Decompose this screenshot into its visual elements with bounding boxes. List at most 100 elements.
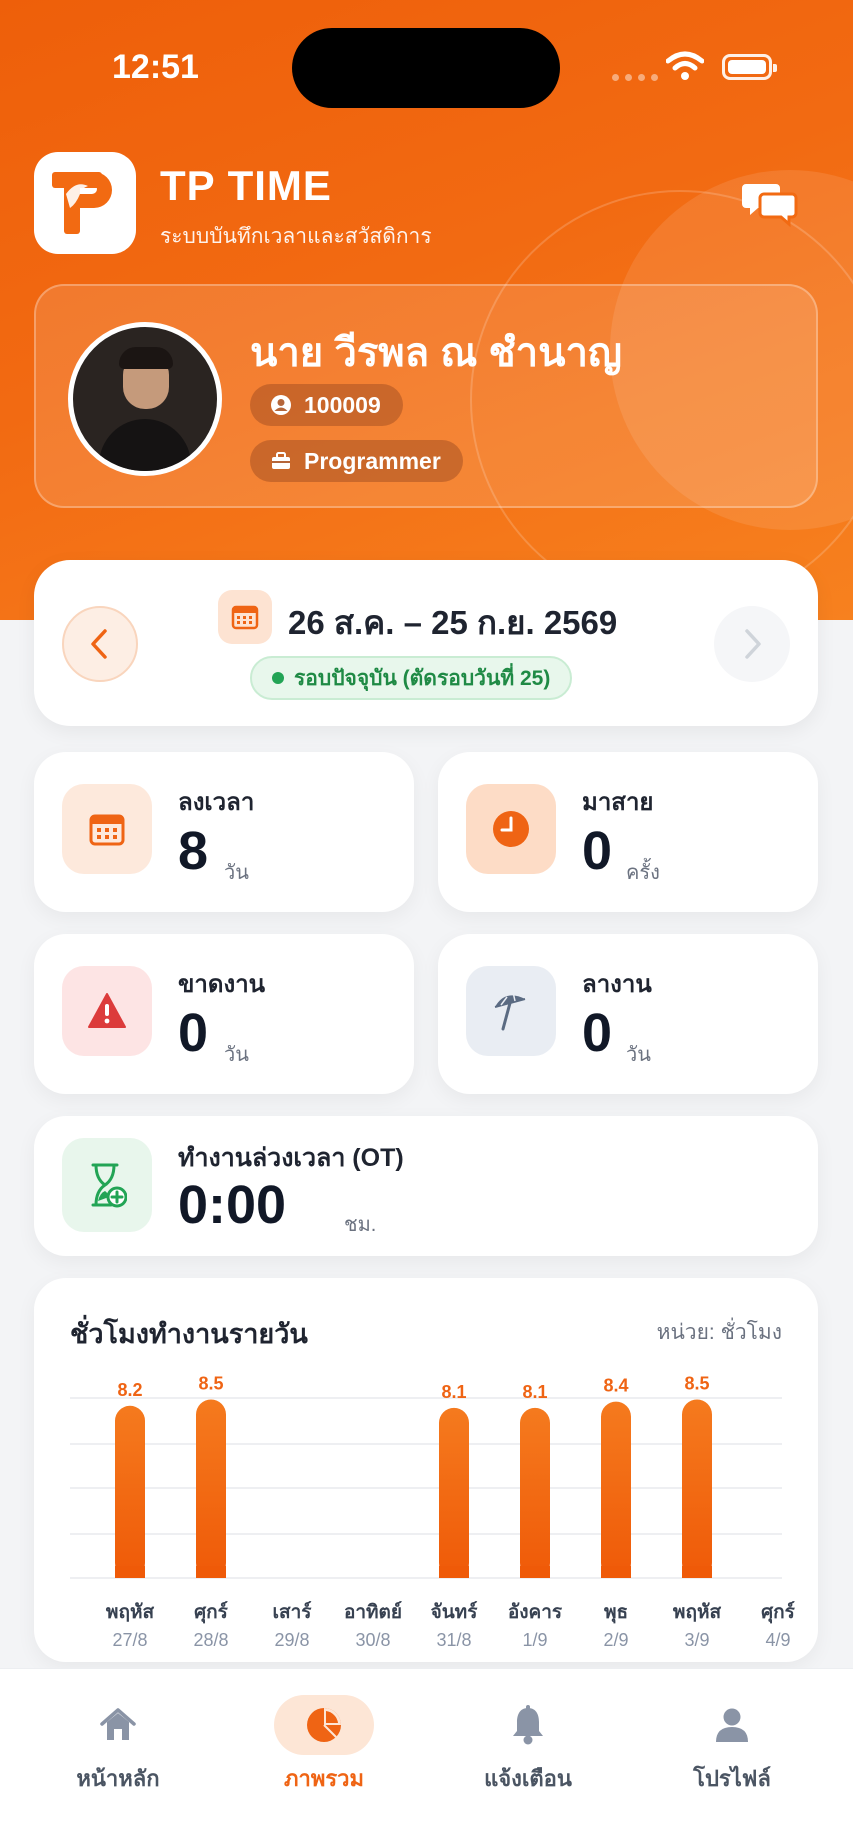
nav-profile[interactable]: โปรไฟล์ xyxy=(632,1669,832,1799)
clock-icon xyxy=(466,784,556,874)
status-dot xyxy=(272,672,284,684)
nav-overview-label: ภาพรวม xyxy=(283,1766,365,1791)
chart-day-label: พฤหัส xyxy=(673,1602,722,1623)
app-subtitle: ระบบบันทึกเวลาและสวัสดิการ xyxy=(160,225,432,248)
user-circle-icon xyxy=(271,395,291,415)
chart-bar xyxy=(439,1407,469,1578)
employee-id-badge: 100009 xyxy=(250,384,403,426)
wifi-icon xyxy=(666,51,704,80)
chart-data-label: 8.5 xyxy=(198,1374,223,1394)
pie-chart-icon xyxy=(274,1695,374,1755)
cellular-signal-icon xyxy=(612,74,658,81)
stat-absent-card[interactable]: ขาดงาน 0 วัน xyxy=(34,934,414,1094)
status-time: 12:51 xyxy=(112,48,199,86)
chart-day-label: ศุกร์ xyxy=(761,1601,796,1624)
ot-unit: ชม. xyxy=(344,1214,377,1236)
chart-date-label: 2/9 xyxy=(603,1630,628,1650)
app-logo xyxy=(34,152,136,254)
period-selector: 26 ส.ค. – 25 ก.ย. 2569 รอบปัจจุบัน (ตัดร… xyxy=(34,560,818,726)
chart-date-label: 29/8 xyxy=(274,1630,309,1650)
nav-notifications[interactable]: แจ้งเตือน xyxy=(428,1669,628,1799)
chart-day-label: พุธ xyxy=(604,1602,628,1624)
nav-notifications-label: แจ้งเตือน xyxy=(484,1766,572,1791)
current-cycle-badge: รอบปัจจุบัน (ตัดรอบวันที่ 25) xyxy=(250,656,573,700)
chart-bar-base xyxy=(682,1566,712,1578)
chart-date-label: 4/9 xyxy=(765,1630,790,1650)
chat-icon[interactable] xyxy=(742,178,798,228)
bell-icon xyxy=(498,1695,558,1755)
dynamic-island xyxy=(292,28,560,108)
position: Programmer xyxy=(304,447,441,474)
position-badge: Programmer xyxy=(250,440,463,482)
chart-bar-base xyxy=(601,1566,631,1578)
daily-hours-chart-card: ชั่วโมงทำงานรายวัน หน่วย: ชั่วโมง 8.2 พฤห… xyxy=(34,1278,818,1662)
nav-profile-label: โปรไฟล์ xyxy=(693,1766,771,1791)
stat-leave-card[interactable]: ลางาน 0 วัน xyxy=(438,934,818,1094)
battery-icon xyxy=(722,54,777,80)
chart-date-label: 27/8 xyxy=(112,1630,147,1650)
current-cycle-label: รอบปัจจุบัน (ตัดรอบวันที่ 25) xyxy=(294,666,551,690)
ot-label: ทำงานล่วงเวลา (OT) xyxy=(178,1144,404,1172)
stat-unit: วัน xyxy=(626,1044,651,1066)
chart-day-label: เสาร์ xyxy=(273,1601,313,1623)
chart-bar xyxy=(682,1399,712,1578)
chart-data-label: 8.5 xyxy=(684,1374,709,1394)
chart-date-label: 28/8 xyxy=(193,1630,228,1650)
profile-card[interactable]: นาย วีรพล ณ ชำนาญ 100009 Programmer xyxy=(34,284,818,508)
home-icon xyxy=(88,1695,148,1755)
app-title: TP TIME xyxy=(160,162,332,209)
chart-day-label: จันทร์ xyxy=(431,1601,479,1623)
hourglass-add-icon xyxy=(62,1138,152,1232)
chart-day-label: พฤหัส xyxy=(106,1602,155,1623)
ot-value: 0:00 xyxy=(178,1175,287,1235)
chart-bar xyxy=(115,1405,145,1578)
chart-bar xyxy=(520,1407,550,1578)
stat-label: ลงเวลา xyxy=(178,789,255,816)
beach-umbrella-icon xyxy=(466,966,556,1056)
chart-date-label: 1/9 xyxy=(522,1630,547,1650)
nav-overview[interactable]: ภาพรวม xyxy=(224,1669,424,1799)
stat-value: 8 xyxy=(178,821,209,881)
employee-id: 100009 xyxy=(304,391,381,418)
stat-label: มาสาย xyxy=(582,789,654,816)
chevron-left-icon xyxy=(91,629,107,659)
chevron-right-icon xyxy=(745,629,761,659)
stat-checkin-card[interactable]: ลงเวลา 8 วัน xyxy=(34,752,414,912)
briefcase-icon xyxy=(272,452,290,469)
stat-unit: วัน xyxy=(224,1044,249,1066)
stat-value: 0 xyxy=(178,1003,209,1063)
chart-date-label: 30/8 xyxy=(355,1630,390,1650)
stat-late-card[interactable]: มาสาย 0 ครั้ง xyxy=(438,752,818,912)
chart-day-label: อังคาร xyxy=(508,1602,563,1623)
previous-period-button[interactable] xyxy=(62,606,138,682)
chart-bar-base xyxy=(439,1566,469,1578)
chart-data-label: 8.2 xyxy=(117,1380,142,1400)
stat-value: 0 xyxy=(582,1003,613,1063)
calendar-icon xyxy=(218,590,272,644)
chart-bar-base xyxy=(115,1566,145,1578)
avatar xyxy=(68,322,222,476)
user-icon xyxy=(702,1695,762,1755)
chart-day-label: ศุกร์ xyxy=(194,1601,229,1624)
employee-name: นาย วีรพล ณ ชำนาญ xyxy=(250,331,623,375)
nav-home-label: หน้าหลัก xyxy=(76,1766,160,1791)
chart-bar-base xyxy=(196,1566,226,1578)
chart-data-label: 8.4 xyxy=(603,1376,628,1396)
header-background: 12:51 TP TIME ระบบบันทึกเวลาและสวัสดิการ… xyxy=(0,0,853,620)
chart-bar-base xyxy=(520,1566,550,1578)
chart-date-label: 3/9 xyxy=(684,1630,709,1650)
chart-day-label: อาทิตย์ xyxy=(344,1601,402,1623)
stat-value: 0 xyxy=(582,821,613,881)
stat-ot-card[interactable]: ทำงานล่วงเวลา (OT) 0:00 ชม. xyxy=(34,1116,818,1256)
chart-bar xyxy=(196,1399,226,1578)
stat-unit: วัน xyxy=(224,862,249,884)
nav-home[interactable]: หน้าหลัก xyxy=(18,1669,218,1799)
stat-unit: ครั้ง xyxy=(626,862,660,884)
bar-chart[interactable]: 8.2 พฤหัส 27/8 8.5 ศุกร์ 28/8 เสาร์ 29/8 อาทิตย์… xyxy=(34,1278,818,1662)
period-range: 26 ส.ค. – 25 ก.ย. 2569 xyxy=(288,604,618,641)
warning-icon xyxy=(62,966,152,1056)
next-period-button[interactable] xyxy=(714,606,790,682)
stat-label: ลางาน xyxy=(582,971,652,998)
calendar-icon xyxy=(62,784,152,874)
stat-label: ขาดงาน xyxy=(178,971,266,998)
